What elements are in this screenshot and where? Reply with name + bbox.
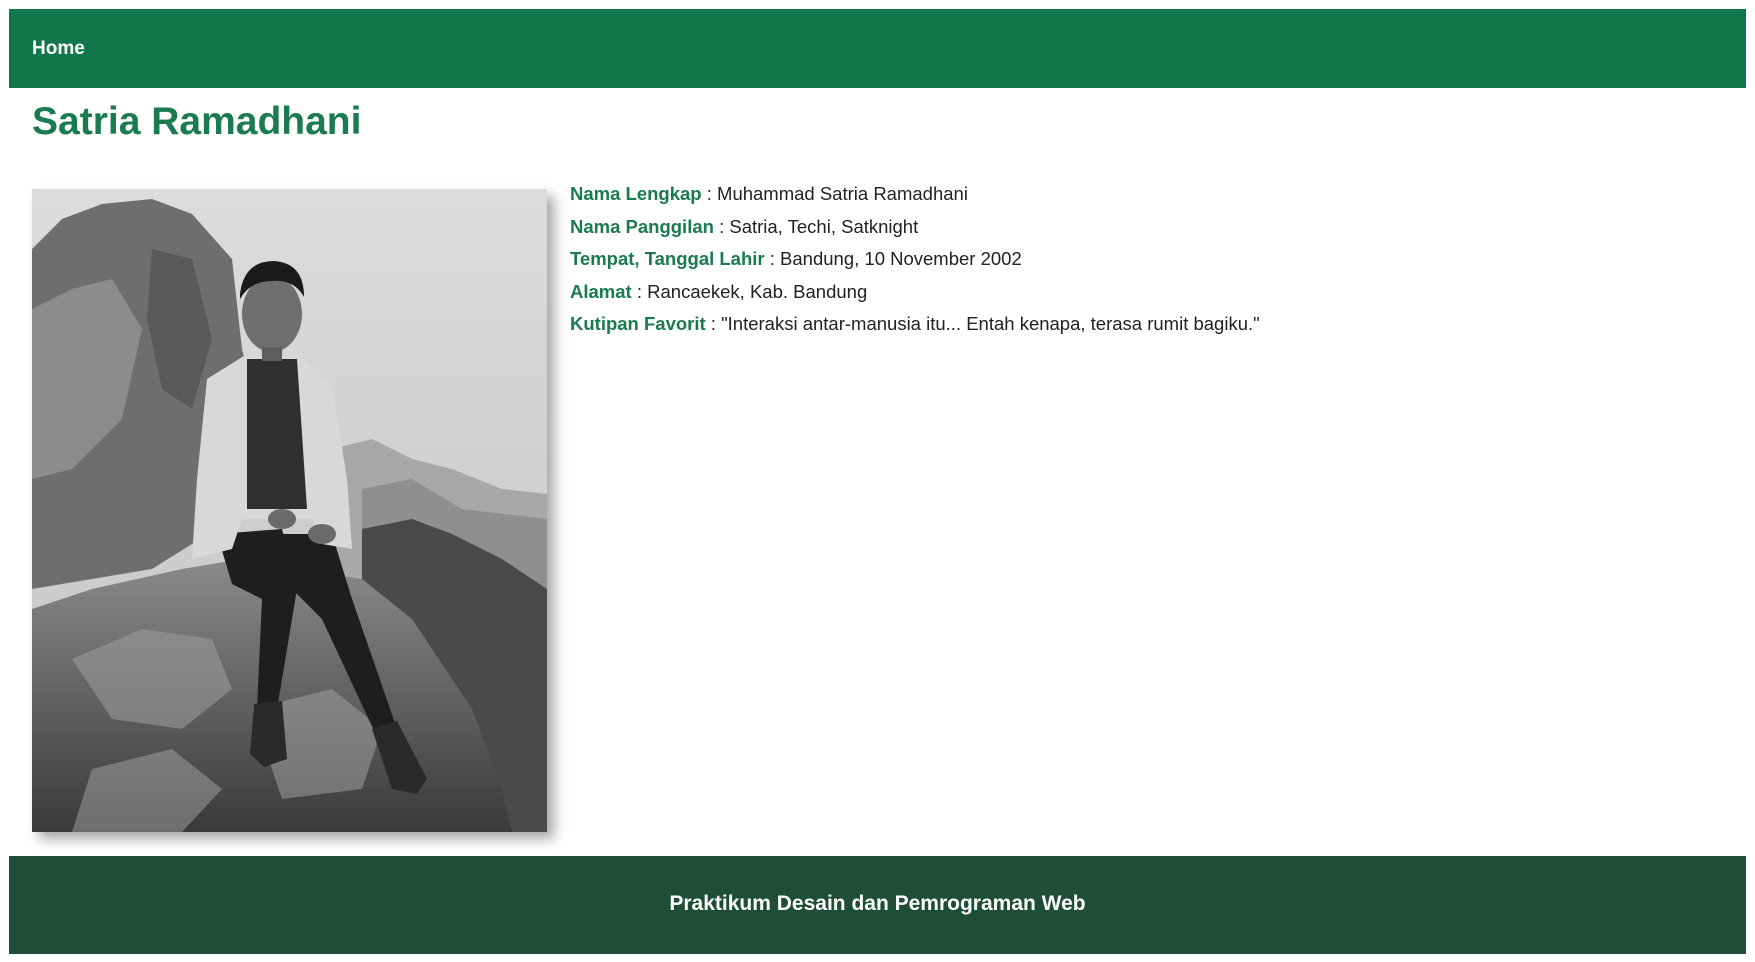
profile-separator: :: [713, 215, 730, 237]
footer-text: Praktikum Desain dan Pemrograman Web: [669, 892, 1086, 915]
page-title: Satria Ramadhani: [32, 100, 362, 143]
profile-separator: :: [705, 313, 722, 334]
profile-separator: :: [764, 248, 781, 269]
profile-value: Satria, Techi, Satknight: [729, 215, 919, 237]
profile-label: Kutipan Favorit: [570, 313, 706, 334]
profile-value: "Interaksi antar-manusia itu... Entah ke…: [721, 313, 1260, 334]
profile-label: Alamat: [570, 280, 632, 302]
profile-value: Rancaekek, Kab. Bandung: [647, 280, 868, 302]
profile-separator: :: [701, 183, 718, 204]
profile-info: Nama Lengkap : Muhammad Satria Ramadhani…: [570, 182, 1260, 345]
profile-value: Muhammad Satria Ramadhani: [717, 183, 968, 204]
profile-label: Tempat, Tanggal Lahir: [570, 248, 765, 269]
profile-label: Nama Lengkap: [570, 183, 702, 204]
profile-separator: :: [631, 280, 648, 302]
profile-row-quote: Kutipan Favorit : "Interaksi antar-manus…: [570, 312, 1260, 345]
navbar: Home: [9, 9, 1746, 88]
profile-row-address: Alamat : Rancaekek, Kab. Bandung: [570, 280, 1260, 313]
profile-row-birth: Tempat, Tanggal Lahir : Bandung, 10 Nove…: [570, 247, 1260, 280]
profile-photo-image: [32, 189, 547, 832]
profile-photo: [32, 189, 547, 832]
profile-value: Bandung, 10 November 2002: [780, 248, 1022, 269]
nav-home-link[interactable]: Home: [32, 38, 85, 60]
profile-row-nickname: Nama Panggilan : Satria, Techi, Satknigh…: [570, 215, 1260, 248]
profile-label: Nama Panggilan: [570, 215, 714, 237]
footer: Praktikum Desain dan Pemrograman Web: [9, 856, 1746, 954]
profile-row-full-name: Nama Lengkap : Muhammad Satria Ramadhani: [570, 182, 1260, 215]
